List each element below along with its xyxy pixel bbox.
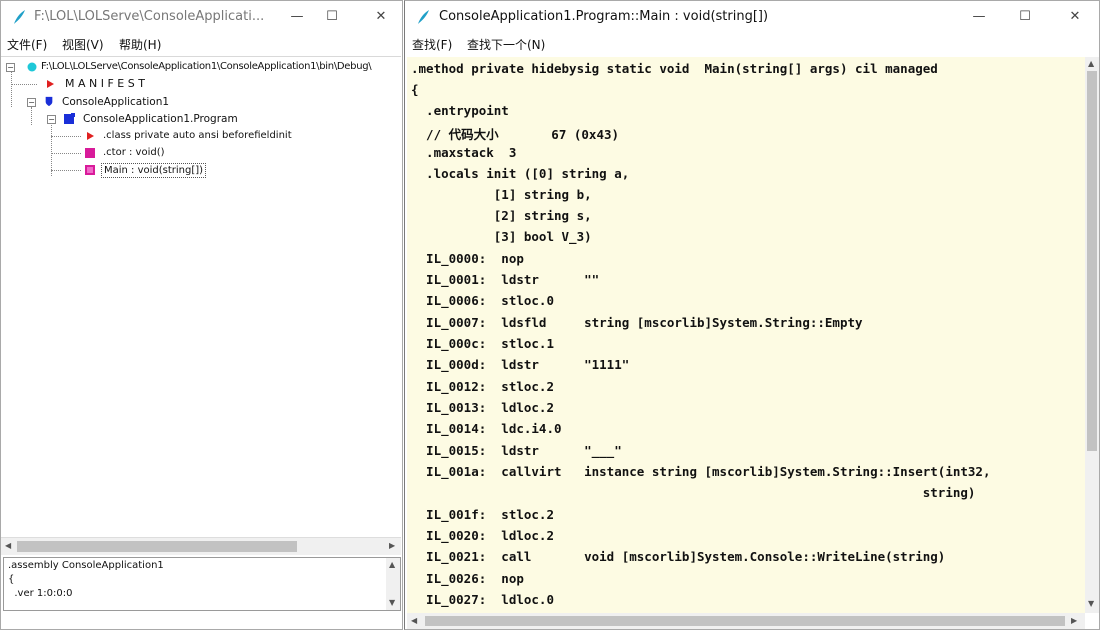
left-menubar: 文件(F) 视图(V) 帮助(H) xyxy=(1,34,402,54)
code-line: IL_000c: stloc.1 xyxy=(411,336,554,351)
code-line: { xyxy=(411,82,419,97)
method-icon xyxy=(85,165,95,175)
tree-item-label: .ctor : void() xyxy=(103,147,165,158)
code-line: IL_0001: ldstr "" xyxy=(411,272,600,287)
collapse-toggle[interactable]: − xyxy=(27,98,36,107)
code-vertical-scrollbar[interactable]: ▲ ▼ xyxy=(1085,57,1099,613)
code-line: IL_001a: callvirt instance string [mscor… xyxy=(411,464,991,479)
left-window-title: F:\LOL\LOLServe\ConsoleApplicati... xyxy=(34,9,265,24)
code-line: .maxstack 3 xyxy=(411,145,517,160)
tree-horizontal-scrollbar[interactable]: ◀ ▶ xyxy=(1,537,401,555)
scroll-right-arrow-icon[interactable]: ▶ xyxy=(1071,616,1077,625)
code-line: [2] string s, xyxy=(411,208,592,223)
info-vertical-scrollbar[interactable]: ▲ ▼ xyxy=(386,558,400,610)
code-line: .method private hidebysig static void Ma… xyxy=(411,61,938,76)
il-code-view[interactable]: .method private hidebysig static void Ma… xyxy=(407,57,1085,613)
scrollbar-thumb[interactable] xyxy=(17,541,297,552)
tree-item-label: M A N I F E S T xyxy=(65,77,145,90)
scroll-down-arrow-icon[interactable]: ▼ xyxy=(1088,599,1094,608)
info-line: { xyxy=(8,574,15,585)
feather-app-icon xyxy=(14,10,25,24)
right-window-title: ConsoleApplication1.Program::Main : void… xyxy=(439,9,769,24)
scroll-left-arrow-icon[interactable]: ◀ xyxy=(5,541,11,550)
assembly-icon xyxy=(27,62,37,72)
menu-help[interactable]: 帮助(H) xyxy=(119,36,161,53)
minimize-button[interactable]: — xyxy=(961,5,997,29)
code-line: IL_0000: nop xyxy=(411,251,524,266)
close-button[interactable]: ✕ xyxy=(363,5,399,29)
code-line: .locals init ([0] string a, xyxy=(411,166,630,181)
code-line: IL_000d: ldstr "1111" xyxy=(411,357,630,372)
scrollbar-thumb[interactable] xyxy=(1087,71,1097,451)
collapse-toggle[interactable]: − xyxy=(47,115,56,124)
left-titlebar[interactable]: F:\LOL\LOLServe\ConsoleApplicati... — ☐ … xyxy=(1,1,402,33)
scroll-up-arrow-icon[interactable]: ▲ xyxy=(1088,59,1094,68)
menu-find[interactable]: 查找(F) xyxy=(412,36,452,53)
tree-connector xyxy=(51,136,81,137)
code-line: IL_0006: stloc.0 xyxy=(411,293,554,308)
tree-connector xyxy=(51,123,52,176)
code-line: IL_0021: call void [mscorlib]System.Cons… xyxy=(411,549,946,564)
code-line: IL_0027: ldloc.0 xyxy=(411,592,554,607)
ildasm-tree-window: F:\LOL\LOLServe\ConsoleApplicati... — ☐ … xyxy=(0,0,403,630)
tree-connector xyxy=(51,153,81,154)
code-line: // 代码大小 67 (0x43) xyxy=(411,127,620,142)
menu-view[interactable]: 视图(V) xyxy=(62,36,104,53)
red-triangle-icon xyxy=(47,80,54,88)
code-line: IL_0007: ldsfld string [mscorlib]System.… xyxy=(411,315,863,330)
tree-item-label: F:\LOL\LOLServe\ConsoleApplication1\Cons… xyxy=(41,61,372,72)
maximize-button[interactable]: ☐ xyxy=(1007,5,1043,29)
code-line: IL_0020: ldloc.2 xyxy=(411,528,554,543)
class-icon xyxy=(64,113,75,124)
maximize-button[interactable]: ☐ xyxy=(314,5,350,29)
tree-item-label: ConsoleApplication1 xyxy=(62,96,170,108)
menu-file[interactable]: 文件(F) xyxy=(7,36,47,53)
tree-item-label: .class private auto ansi beforefieldinit xyxy=(103,130,292,141)
code-line: IL_001f: stloc.2 xyxy=(411,507,554,522)
collapse-toggle[interactable]: − xyxy=(6,63,15,72)
scrollbar-thumb[interactable] xyxy=(425,616,1065,626)
code-line: IL_0015: ldstr "___" xyxy=(411,443,622,458)
tree-item-label: ConsoleApplication1.Program xyxy=(83,113,238,125)
scroll-up-arrow-icon[interactable]: ▲ xyxy=(389,560,395,569)
code-line: string) xyxy=(411,485,976,500)
info-line: .ver 1:0:0:0 xyxy=(8,588,73,599)
tree-connector xyxy=(31,107,32,125)
code-line: [3] bool V_3) xyxy=(411,229,592,244)
right-titlebar[interactable]: ConsoleApplication1.Program::Main : void… xyxy=(405,1,1099,33)
namespace-shield-icon xyxy=(45,96,53,106)
close-button[interactable]: ✕ xyxy=(1057,5,1093,29)
tree-item-label: Main : void(string[]) xyxy=(101,163,207,178)
scroll-down-arrow-icon[interactable]: ▼ xyxy=(389,598,395,607)
tree-connector xyxy=(51,170,81,171)
assembly-tree[interactable]: − F:\LOL\LOLServe\ConsoleApplication1\Co… xyxy=(1,56,401,537)
code-horizontal-scrollbar[interactable]: ◀ ▶ xyxy=(407,613,1085,629)
info-line: .assembly ConsoleApplication1 xyxy=(8,560,164,571)
code-line: IL_0013: ldloc.2 xyxy=(411,400,554,415)
code-line: [1] string b, xyxy=(411,187,592,202)
scroll-right-arrow-icon[interactable]: ▶ xyxy=(389,541,395,550)
code-line: IL_0026: nop xyxy=(411,571,524,586)
minimize-button[interactable]: — xyxy=(279,5,315,29)
assembly-info-panel[interactable]: .assembly ConsoleApplication1 { .ver 1:0… xyxy=(3,557,401,611)
scroll-left-arrow-icon[interactable]: ◀ xyxy=(411,616,417,625)
code-line: .entrypoint xyxy=(411,103,509,118)
il-code-window: ConsoleApplication1.Program::Main : void… xyxy=(404,0,1100,630)
right-menubar: 查找(F) 查找下一个(N) xyxy=(405,34,1099,54)
feather-app-icon xyxy=(418,10,429,24)
method-icon xyxy=(85,148,95,158)
tree-connector xyxy=(11,84,37,85)
red-triangle-icon xyxy=(87,132,94,140)
menu-find-next[interactable]: 查找下一个(N) xyxy=(467,36,545,53)
code-line: IL_0014: ldc.i4.0 xyxy=(411,421,562,436)
tree-connector xyxy=(11,71,12,107)
code-line: IL_0012: stloc.2 xyxy=(411,379,554,394)
